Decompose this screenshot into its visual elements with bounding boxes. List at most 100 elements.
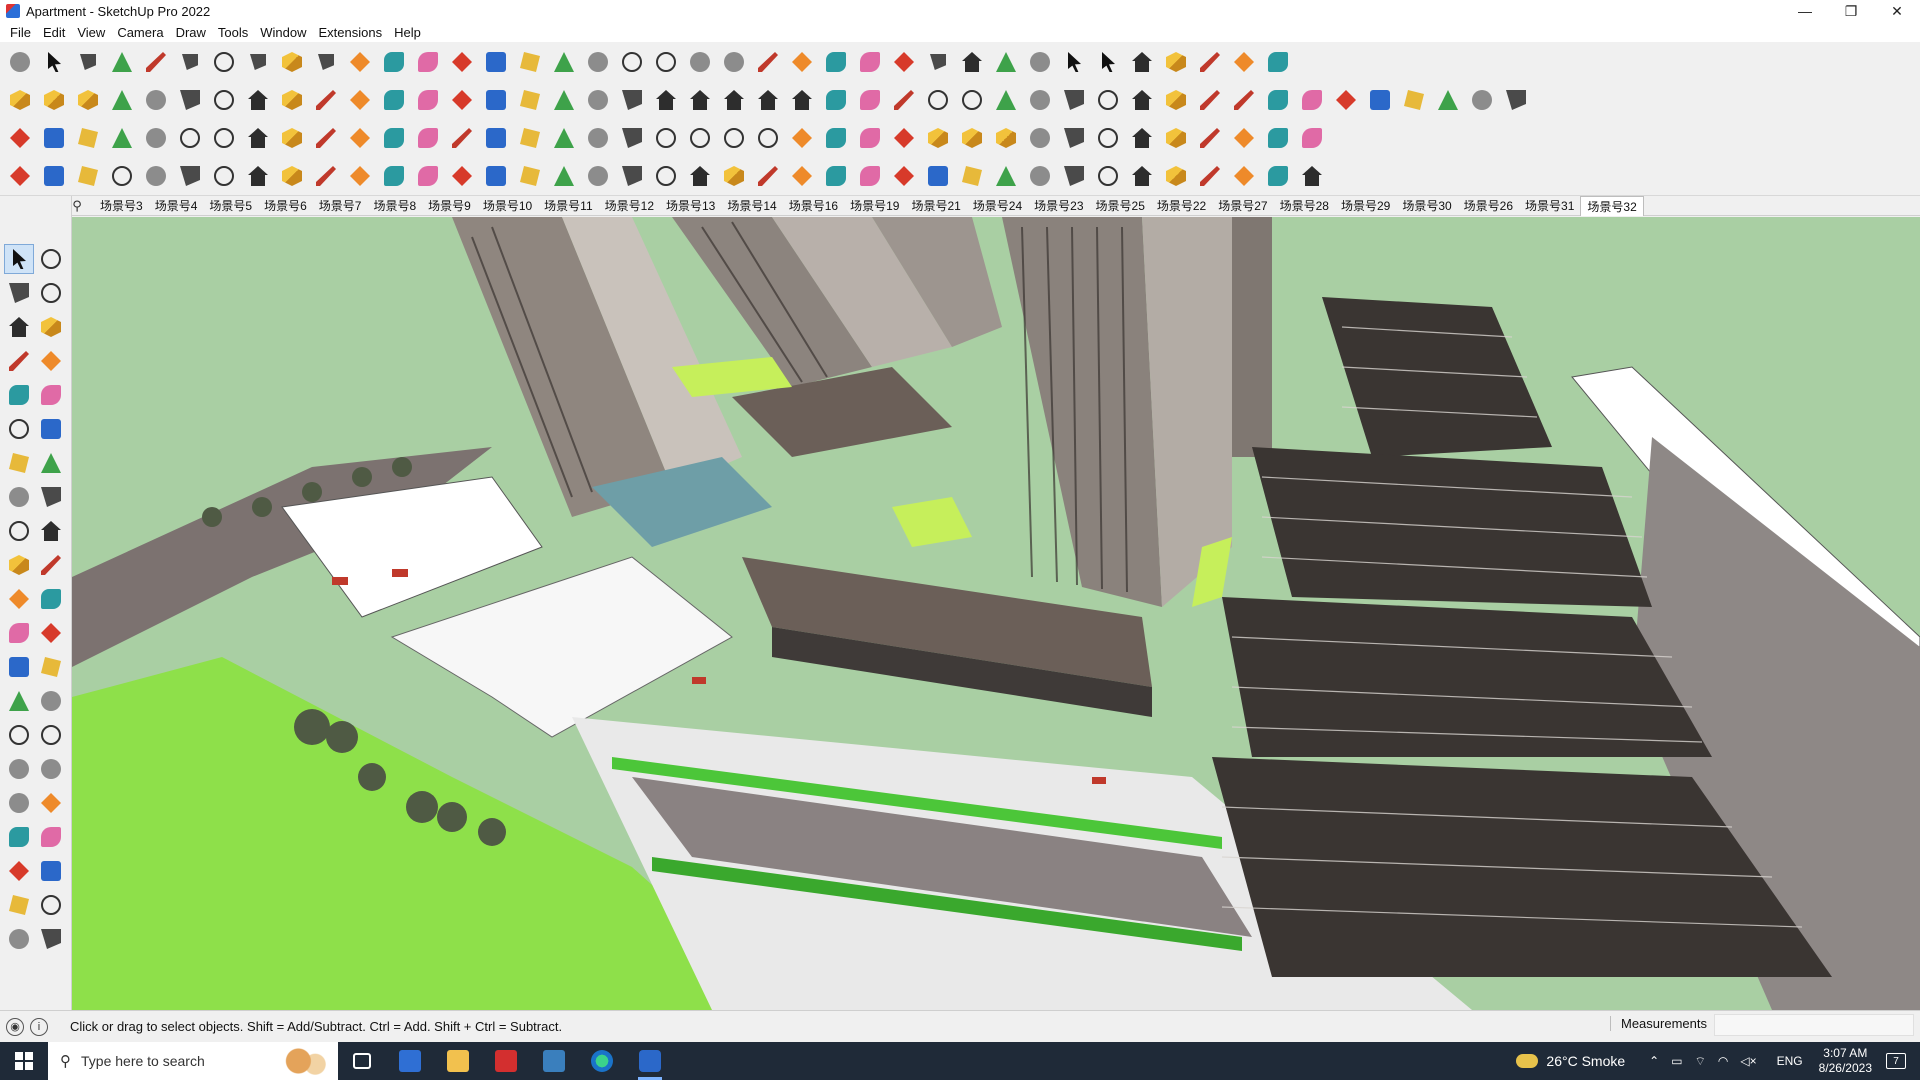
select-tool-button[interactable] xyxy=(4,244,34,274)
circle-tool-button[interactable] xyxy=(4,414,34,444)
tile4-button[interactable] xyxy=(1060,162,1088,190)
house5-button[interactable] xyxy=(788,86,816,114)
pencil-tool-button[interactable] xyxy=(4,346,34,376)
dropdown-button[interactable] xyxy=(312,48,340,76)
bucket-button[interactable] xyxy=(822,124,850,152)
start-button[interactable] xyxy=(0,1042,48,1080)
taskbar-search-box[interactable]: ⚲ Type here to search xyxy=(48,1042,338,1080)
dropdown-button[interactable] xyxy=(244,48,272,76)
scene-tab[interactable]: 场景号10 xyxy=(477,196,538,216)
rotate-button[interactable] xyxy=(448,48,476,76)
view-iso-button[interactable] xyxy=(142,86,170,114)
styles-tool-button[interactable] xyxy=(4,924,34,954)
dropdown-button[interactable] xyxy=(74,48,102,76)
wireframe-button[interactable] xyxy=(482,86,510,114)
view-left-button[interactable] xyxy=(312,86,340,114)
house2-button[interactable] xyxy=(686,86,714,114)
cubes3-button[interactable] xyxy=(992,124,1020,152)
polygon2-button[interactable] xyxy=(1026,86,1054,114)
pencil-red-button[interactable] xyxy=(890,86,918,114)
shape-gray-button[interactable] xyxy=(108,124,136,152)
position-camera-tool-button[interactable] xyxy=(4,822,34,852)
house-button[interactable] xyxy=(652,86,680,114)
input-language[interactable]: ENG xyxy=(1777,1054,1803,1068)
previous-tool-button[interactable] xyxy=(36,788,66,818)
rail-button[interactable] xyxy=(720,162,748,190)
hidden-line-button[interactable] xyxy=(516,86,544,114)
mesh-button[interactable] xyxy=(550,162,578,190)
plank-button[interactable] xyxy=(346,124,374,152)
chevron-up-icon[interactable]: ⌃ xyxy=(1649,1054,1659,1068)
zoom-extents-button[interactable] xyxy=(720,48,748,76)
bezier-button[interactable] xyxy=(1128,86,1156,114)
network-icon[interactable]: ⌔ xyxy=(1695,1054,1706,1069)
scene-tab[interactable]: 场景号27 xyxy=(1212,196,1273,216)
view-top-button[interactable] xyxy=(176,86,204,114)
house6-button[interactable] xyxy=(1298,162,1326,190)
menu-window[interactable]: Window xyxy=(254,25,312,40)
magnet-button[interactable] xyxy=(856,124,884,152)
edge-icon[interactable] xyxy=(578,1042,626,1080)
3d-text-tool-button[interactable] xyxy=(36,686,66,716)
clock[interactable]: 3:07 AM 8/26/2023 xyxy=(1819,1046,1872,1076)
dropdown-button[interactable] xyxy=(176,48,204,76)
tree-button[interactable] xyxy=(890,124,918,152)
terrain-button[interactable] xyxy=(1366,86,1394,114)
cloud-button[interactable] xyxy=(176,162,204,190)
scale-tool-button[interactable] xyxy=(4,584,34,614)
component-tool-button[interactable] xyxy=(4,312,34,342)
geo-location-icon[interactable]: ◉ xyxy=(6,1017,24,1036)
scene-tab[interactable]: 场景号31 xyxy=(1519,196,1580,216)
walk-tool-button[interactable] xyxy=(4,856,34,886)
tape-measure-button[interactable] xyxy=(516,48,544,76)
extension-button[interactable] xyxy=(992,48,1020,76)
arc-tool-button[interactable] xyxy=(4,448,34,478)
tape-tool-button[interactable] xyxy=(4,618,34,648)
scene-tab[interactable]: 场景号8 xyxy=(367,196,422,216)
wifi-icon[interactable]: ◠ xyxy=(1718,1054,1728,1068)
gem-orange-button[interactable] xyxy=(74,162,102,190)
tile3-button[interactable] xyxy=(1196,124,1224,152)
star-button[interactable] xyxy=(1162,162,1190,190)
hand-button[interactable] xyxy=(856,86,884,114)
scene-tab[interactable]: 场景号24 xyxy=(967,196,1028,216)
paint-bucket-button[interactable] xyxy=(584,48,612,76)
move-tool-button[interactable] xyxy=(4,516,34,546)
offset-tool-button[interactable] xyxy=(36,584,66,614)
fit-button[interactable] xyxy=(1128,48,1156,76)
menu-extensions[interactable]: Extensions xyxy=(313,25,389,40)
model-viewport[interactable] xyxy=(72,217,1920,1010)
eraser-button[interactable] xyxy=(108,48,136,76)
eraser-pink-button[interactable] xyxy=(1264,86,1292,114)
scene-tab[interactable]: 场景号16 xyxy=(783,196,844,216)
intersect-button[interactable] xyxy=(1162,48,1190,76)
rotate-tool-button[interactable] xyxy=(4,550,34,580)
pan-tool-button[interactable] xyxy=(36,720,66,750)
gem-button[interactable] xyxy=(1026,124,1054,152)
cube3-button[interactable] xyxy=(74,86,102,114)
section-plane-tool-button[interactable] xyxy=(36,856,66,886)
pie-tool-button[interactable] xyxy=(36,448,66,478)
view-front-button[interactable] xyxy=(210,86,238,114)
slope2-button[interactable] xyxy=(482,162,510,190)
dots-button[interactable] xyxy=(1264,124,1292,152)
book-button[interactable] xyxy=(754,162,782,190)
mono-button[interactable] xyxy=(618,86,646,114)
stack-button[interactable] xyxy=(822,48,850,76)
hook-button[interactable] xyxy=(414,124,442,152)
column-button[interactable] xyxy=(1128,162,1156,190)
door-button[interactable] xyxy=(278,124,306,152)
cross-red-button[interactable] xyxy=(482,124,510,152)
sphere-button[interactable] xyxy=(312,162,340,190)
layers-tool-button[interactable] xyxy=(4,890,34,920)
layers-button[interactable] xyxy=(788,48,816,76)
stripes2-button[interactable] xyxy=(958,162,986,190)
menu-view[interactable]: View xyxy=(71,25,111,40)
move-button[interactable] xyxy=(414,48,442,76)
scene-tab[interactable]: 场景号11 xyxy=(538,196,598,216)
scene-tab[interactable]: 场景号9 xyxy=(422,196,477,216)
protractor-tool-button[interactable] xyxy=(4,652,34,682)
cone2-button[interactable] xyxy=(618,124,646,152)
user-button[interactable] xyxy=(890,48,918,76)
orbit-button[interactable] xyxy=(618,48,646,76)
